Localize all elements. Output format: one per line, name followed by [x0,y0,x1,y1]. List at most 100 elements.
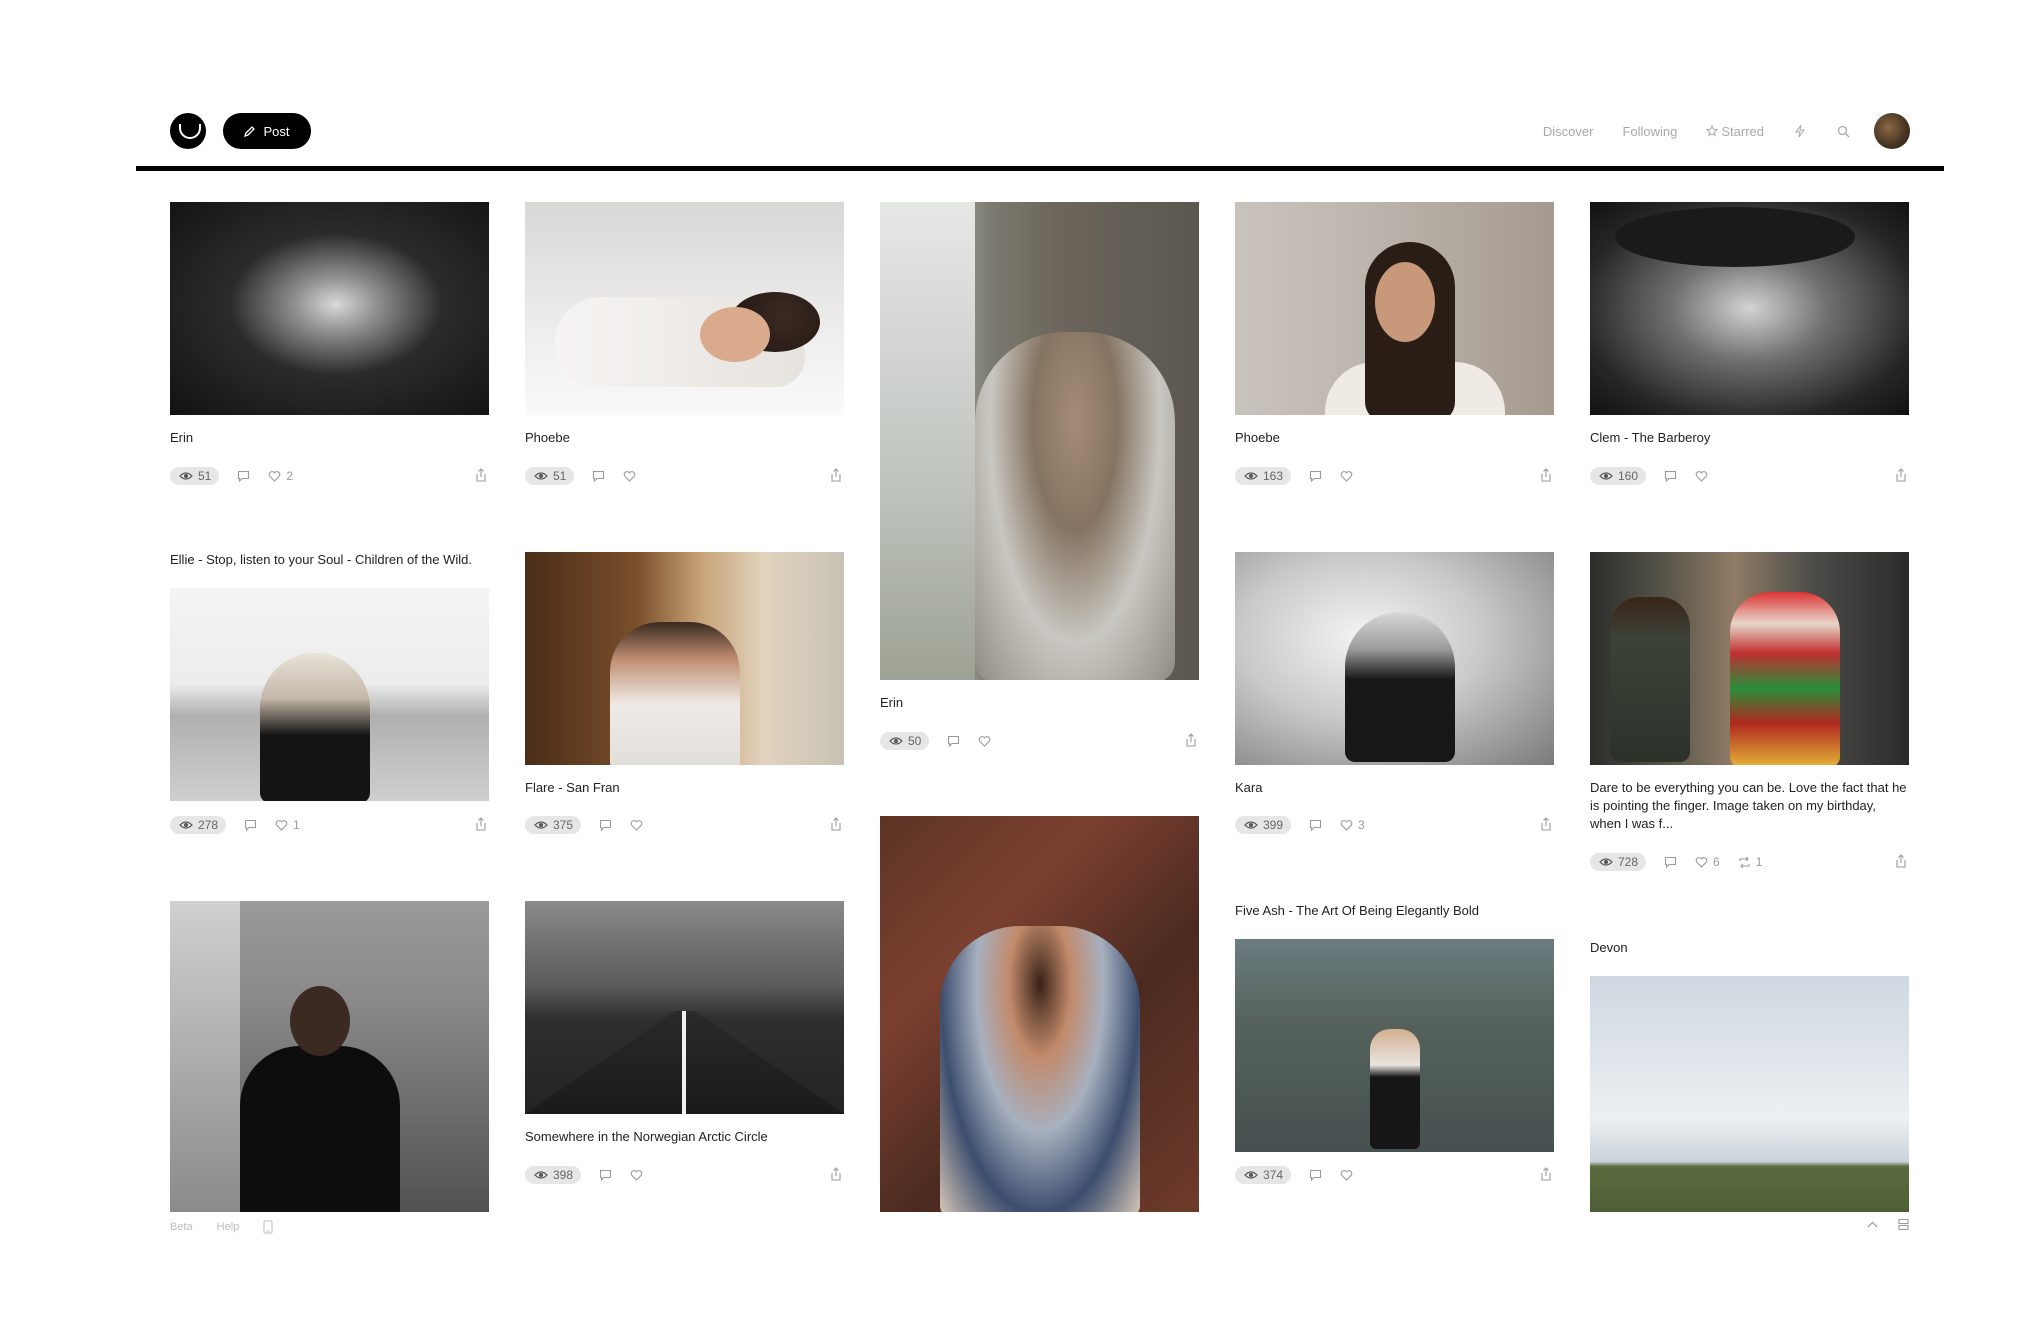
like-button[interactable] [630,1169,643,1182]
views-pill[interactable]: 728 [1590,853,1647,871]
nav-starred-label: Starred [1721,123,1764,139]
comment-button[interactable] [947,735,960,748]
like-button[interactable] [623,470,636,483]
eye-icon [1244,472,1258,480]
comment-button[interactable] [237,470,250,483]
reposts-count: 1 [1755,855,1763,869]
like-button[interactable]: 3 [1340,818,1365,832]
comment-icon [599,1169,612,1181]
eye-icon [889,737,903,745]
search-icon[interactable] [1836,124,1850,138]
pencil-icon [244,126,256,137]
comment-button[interactable] [1309,470,1322,483]
footer-beta-link[interactable]: Beta [170,1221,193,1233]
views-pill[interactable]: 50 [880,732,930,750]
like-button[interactable] [1340,470,1353,483]
views-pill[interactable]: 399 [1235,816,1292,834]
views-pill[interactable]: 398 [525,1166,582,1184]
share-button[interactable] [1540,1167,1552,1186]
views-count: 51 [198,469,212,483]
post-image[interactable] [1590,202,1909,415]
post-caption: Devon [1590,940,1628,955]
like-button[interactable] [1340,1169,1353,1182]
ello-logo[interactable] [170,113,206,149]
views-pill[interactable]: 278 [170,816,227,834]
share-button[interactable] [475,468,487,487]
post-image[interactable] [1235,939,1554,1152]
post-image[interactable] [170,901,489,1212]
nav-starred[interactable]: Starred [1706,124,1764,139]
post-image[interactable] [880,816,1199,1212]
views-count: 163 [1263,469,1284,483]
post-image[interactable] [525,552,844,765]
post-button[interactable]: Post [223,113,311,149]
post-image[interactable] [880,202,1199,680]
share-button[interactable] [1540,817,1552,836]
comment-button[interactable] [1309,819,1322,832]
scroll-to-top-icon[interactable] [1866,1218,1879,1231]
post-caption: Ellie - Stop, listen to your Soul - Chil… [170,552,473,567]
like-button[interactable] [1695,470,1708,483]
share-button[interactable] [1895,854,1907,873]
heart-icon [630,819,643,831]
share-icon [1541,817,1551,831]
share-icon [831,1167,841,1181]
share-button[interactable] [830,468,842,487]
like-button[interactable] [630,819,643,832]
like-button[interactable] [978,735,991,748]
post-stats: 278 1 [170,815,489,835]
post-image[interactable] [525,202,844,415]
views-pill[interactable]: 375 [525,816,582,834]
image-subject [975,332,1175,680]
mobile-device-icon[interactable] [263,1220,273,1234]
share-button[interactable] [1540,468,1552,487]
comment-button[interactable] [1309,1169,1322,1182]
views-count: 160 [1618,469,1639,483]
comment-button[interactable] [244,819,257,832]
views-pill[interactable]: 51 [170,467,220,485]
post-image[interactable] [170,588,489,801]
share-icon [1186,733,1196,747]
post-image[interactable] [1590,552,1909,765]
share-button[interactable] [1185,733,1197,752]
grid-list-toggle-icon[interactable] [1897,1218,1910,1231]
footer-help-link[interactable]: Help [217,1221,240,1233]
comment-button[interactable] [1664,470,1677,483]
views-pill[interactable]: 51 [525,467,575,485]
share-icon [831,468,841,482]
post-stats: 51 [525,466,844,486]
post-stats: 374 [1235,1165,1554,1185]
like-button[interactable]: 6 [1695,855,1720,869]
post-caption: Kara [1235,780,1263,795]
likes-count: 2 [286,469,294,483]
post-image[interactable] [1235,202,1554,415]
post-image[interactable] [525,901,844,1114]
views-pill[interactable]: 374 [1235,1166,1292,1184]
share-button[interactable] [830,1167,842,1186]
share-button[interactable] [1895,468,1907,487]
notifications-bolt-icon[interactable] [1793,124,1807,138]
repost-button[interactable]: 1 [1738,855,1763,869]
post-image[interactable] [1235,552,1554,765]
comment-button[interactable] [599,819,612,832]
share-icon [476,468,486,482]
post-caption: Erin [880,695,904,710]
user-avatar[interactable] [1874,113,1910,149]
like-button[interactable]: 1 [275,818,300,832]
nav-discover[interactable]: Discover [1543,124,1594,139]
share-button[interactable] [830,817,842,836]
views-pill[interactable]: 160 [1590,467,1647,485]
post-image[interactable] [170,202,489,415]
views-count: 728 [1618,855,1639,869]
eye-icon [1599,858,1613,866]
views-pill[interactable]: 163 [1235,467,1292,485]
nav-following[interactable]: Following [1622,124,1677,139]
eye-icon [179,821,193,829]
post-stats: 398 [525,1165,844,1185]
like-button[interactable]: 2 [268,469,293,483]
comment-button[interactable] [592,470,605,483]
comment-button[interactable] [599,1169,612,1182]
post-image[interactable] [1590,976,1909,1212]
share-button[interactable] [475,817,487,836]
comment-button[interactable] [1664,856,1677,869]
